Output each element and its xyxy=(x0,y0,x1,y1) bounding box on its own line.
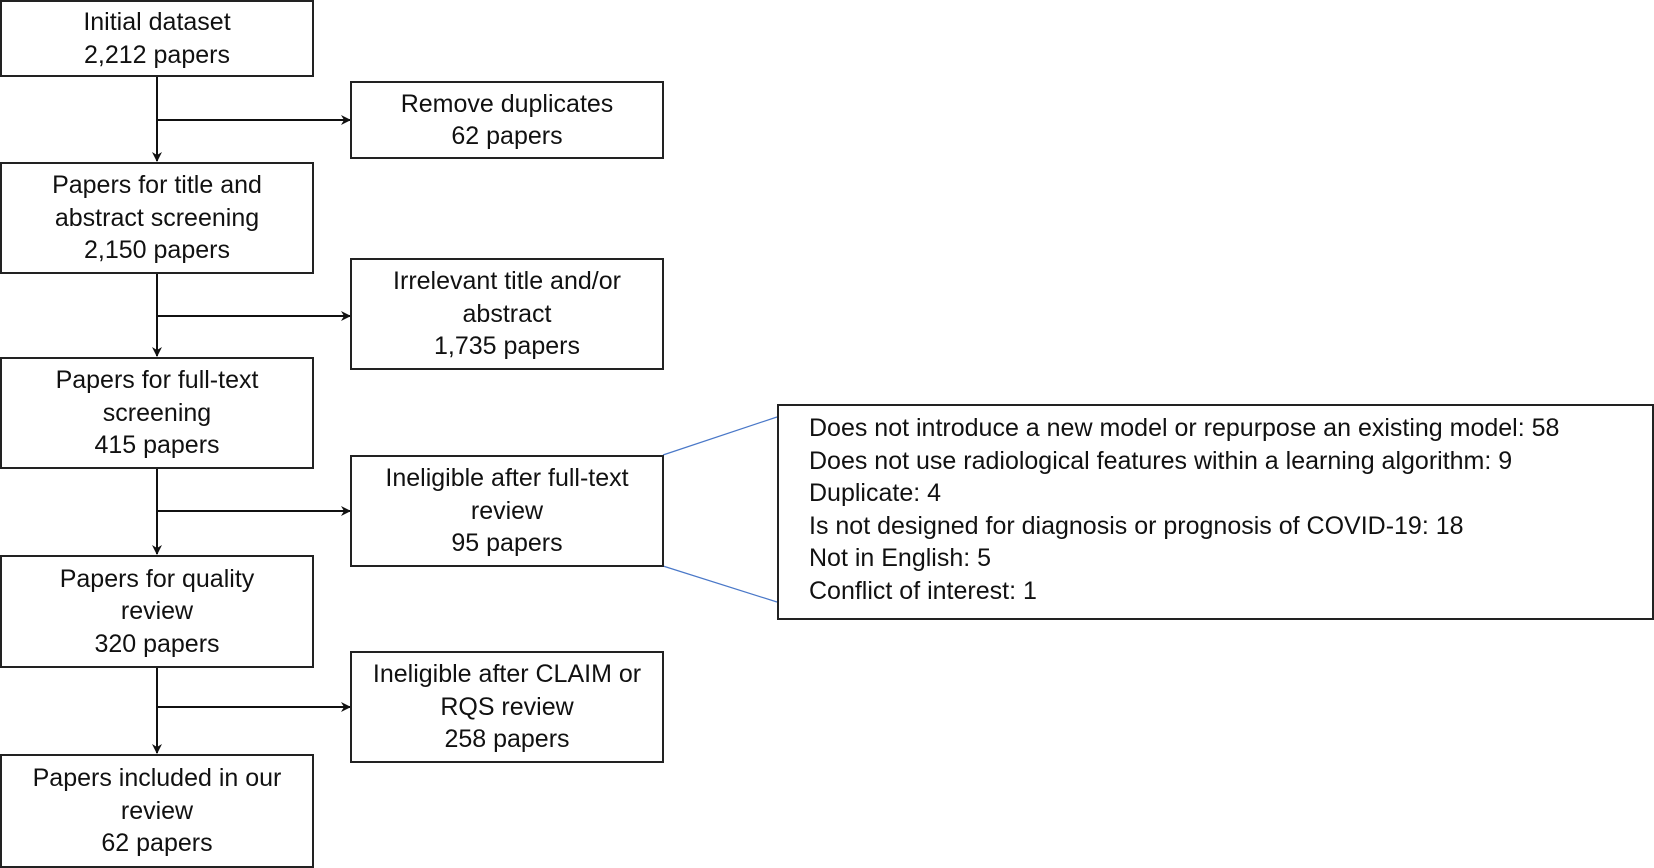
box-line: Ineligible after CLAIM or xyxy=(372,660,642,689)
exclusion-reason: Conflict of interest: 1 xyxy=(809,576,1037,605)
callout-line-top xyxy=(662,416,778,456)
box-line: RQS review xyxy=(440,692,574,721)
box-line: screening xyxy=(102,398,212,427)
box-line: Ineligible after full-text xyxy=(385,464,629,493)
exclusion-reasons-callout: Does not introduce a new model or repurp… xyxy=(777,404,1654,620)
exclusion-reason: Is not designed for diagnosis or prognos… xyxy=(809,511,1464,540)
box-count: 95 papers xyxy=(451,529,563,558)
box-line: review xyxy=(470,496,544,525)
box-initial-dataset: Initial dataset 2,212 papers xyxy=(0,0,314,77)
box-line: Papers for title and xyxy=(52,171,262,200)
box-count: 1,735 papers xyxy=(434,332,580,361)
box-line: Papers for full-text xyxy=(55,366,259,395)
callout-line-bottom xyxy=(662,565,778,603)
box-line: review xyxy=(120,796,194,825)
box-line: abstract xyxy=(462,299,552,328)
exclusion-reason: Not in English: 5 xyxy=(809,544,992,572)
exclusion-reason: Does not introduce a new model or repurp… xyxy=(809,414,1560,442)
box-full-text-screening: Papers for full-text screening 415 paper… xyxy=(0,357,314,469)
box-remove-duplicates: Remove duplicates 62 papers xyxy=(350,81,664,159)
box-count: 320 papers xyxy=(94,629,220,658)
box-line: Irrelevant title and/or xyxy=(393,267,621,296)
box-irrelevant-title-abstract: Irrelevant title and/or abstract 1,735 p… xyxy=(350,258,664,370)
exclusion-reason: Does not use radiological features withi… xyxy=(809,446,1513,475)
box-quality-review: Papers for quality review 320 papers xyxy=(0,555,314,668)
box-count: 2,212 papers xyxy=(84,40,230,69)
box-count: 415 papers xyxy=(94,431,220,460)
box-line: abstract screening xyxy=(54,203,260,232)
box-ineligible-full-text: Ineligible after full-text review 95 pap… xyxy=(350,455,664,567)
box-papers-included: Papers included in our review 62 papers xyxy=(0,754,314,868)
box-title-abstract-screening: Papers for title and abstract screening … xyxy=(0,162,314,274)
box-line: Papers included in our xyxy=(32,764,282,793)
box-line: Remove duplicates xyxy=(400,89,614,118)
box-count: 2,150 papers xyxy=(84,236,230,265)
exclusion-reason: Duplicate: 4 xyxy=(809,479,942,507)
box-ineligible-claim-rqs: Ineligible after CLAIM or RQS review 258… xyxy=(350,651,664,763)
box-line: review xyxy=(120,597,194,626)
box-count: 258 papers xyxy=(444,725,570,754)
box-count: 62 papers xyxy=(451,122,563,150)
box-line: Papers for quality xyxy=(59,564,255,593)
box-line: Initial dataset xyxy=(83,8,231,36)
box-count: 62 papers xyxy=(101,829,213,858)
